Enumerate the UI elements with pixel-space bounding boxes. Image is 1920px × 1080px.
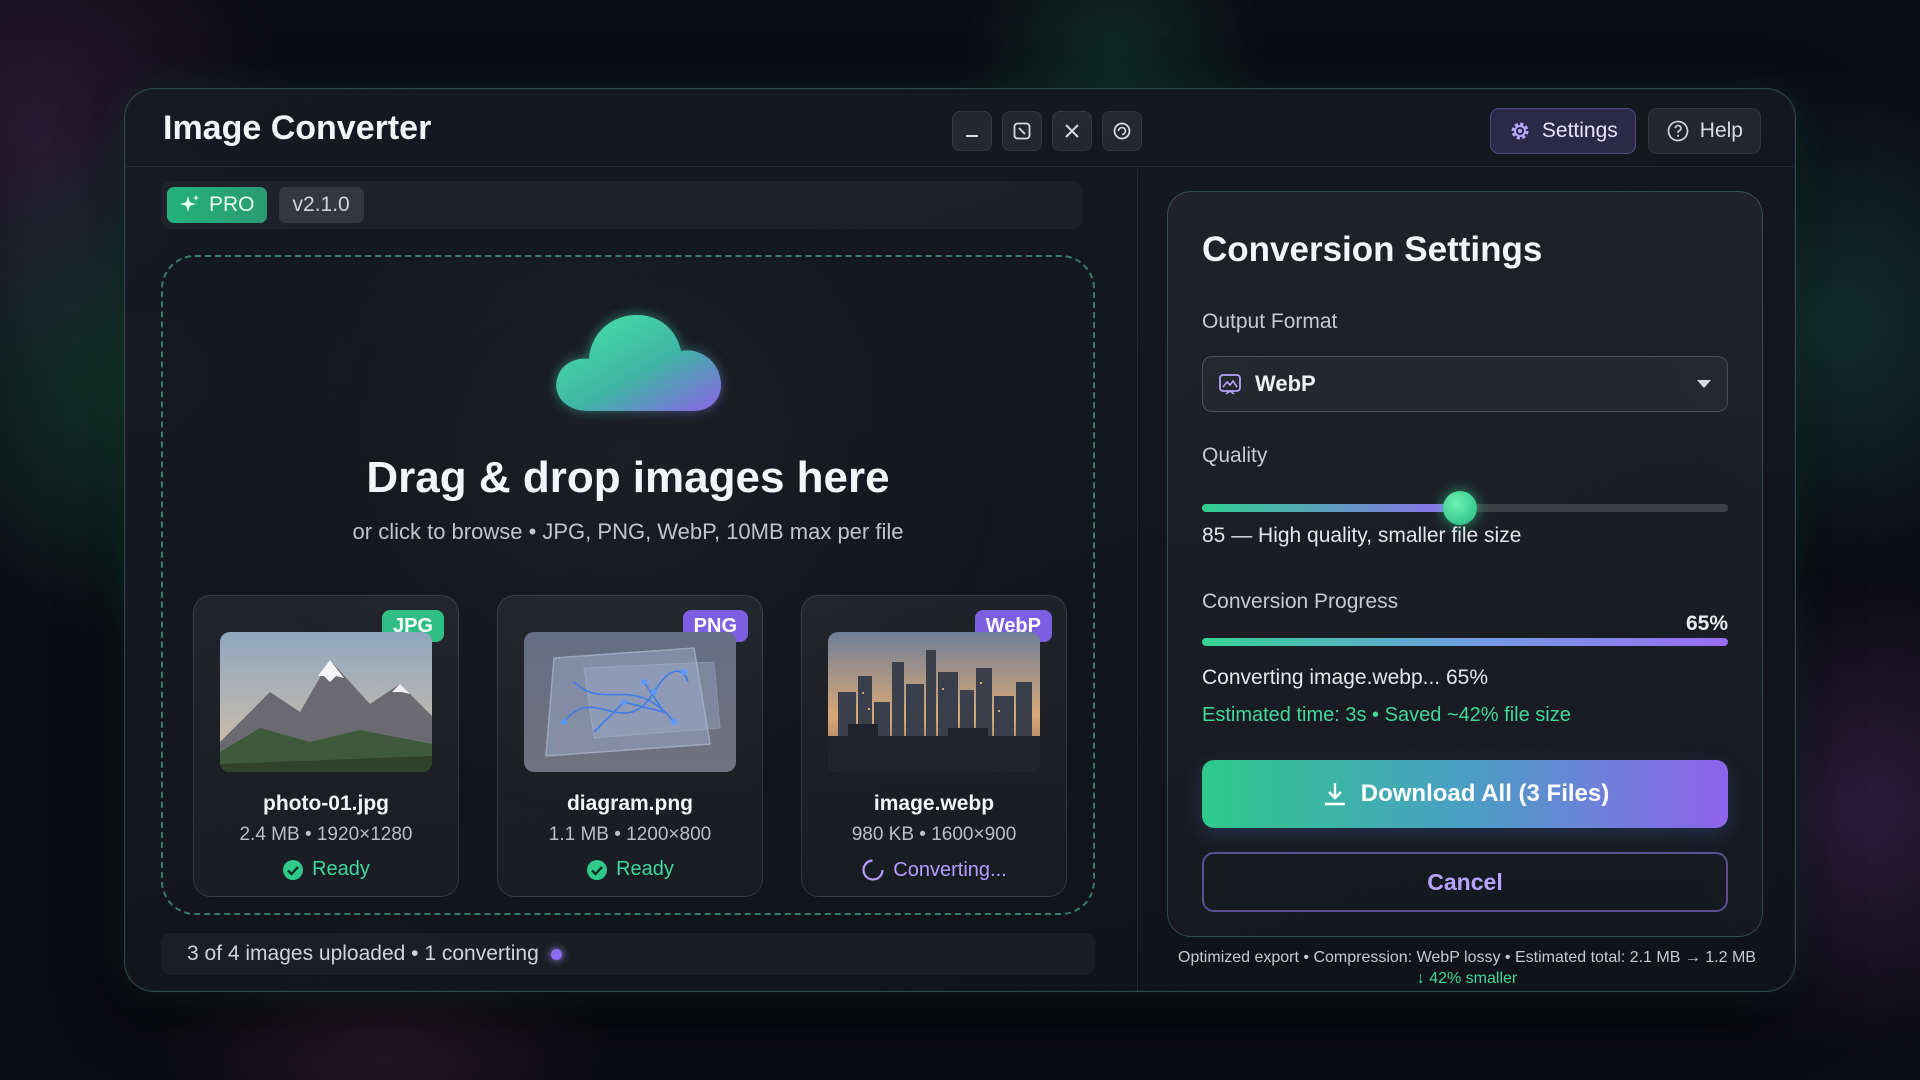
sparkle-icon (180, 195, 199, 212)
output-format-label: Output Format (1202, 310, 1338, 333)
settings-button[interactable]: Settings (1489, 108, 1636, 154)
gear-icon (1511, 122, 1529, 140)
export-summary-line: Optimized export • Compression: WebP los… (1178, 949, 1756, 966)
file-meta: 2.4 MB • 1920×1280 (239, 824, 413, 845)
maximize-button[interactable] (1002, 111, 1042, 151)
activity-dot (550, 948, 562, 960)
download-icon (1324, 783, 1345, 806)
version-badge: v2.1.0 (278, 187, 364, 223)
close-icon (1065, 124, 1079, 138)
file-status-label: Ready (312, 858, 370, 880)
caret-down-icon (1697, 380, 1711, 388)
file-name: photo-01.jpg (263, 792, 389, 815)
output-format-select[interactable]: WebP (1202, 356, 1728, 412)
cancel-button[interactable]: Cancel (1202, 852, 1728, 912)
top-actions: Settings Help (1489, 108, 1761, 154)
output-format-value: WebP (1255, 371, 1316, 396)
thumbnail-city (828, 632, 1040, 772)
size-savings-text: ↓ 42% smaller (1416, 970, 1518, 987)
tag-bar: PRO v2.1.0 (161, 181, 1083, 229)
upload-status-bar: 3 of 4 images uploaded • 1 converting (161, 933, 1095, 975)
help-button[interactable]: Help (1647, 108, 1761, 154)
conversion-progress-fill (1202, 638, 1728, 646)
thumbnail-mountain (220, 632, 432, 772)
window-controls (952, 111, 1142, 151)
progress-percent: 65% (1685, 612, 1728, 635)
file-name: diagram.png (566, 792, 693, 815)
maximize-icon (1013, 122, 1031, 140)
help-label: Help (1699, 119, 1743, 142)
pane-divider (1137, 169, 1138, 993)
conversion-settings-panel: Conversion Settings Output Format WebP Q… (1167, 191, 1763, 937)
progress-label: Conversion Progress (1202, 590, 1399, 613)
quality-label: Quality (1202, 444, 1268, 467)
export-summary: Optimized export • Compression: WebP los… (1137, 947, 1797, 989)
pro-badge: PRO (167, 187, 267, 223)
image-format-icon (1219, 374, 1241, 395)
file-card[interactable]: WebP image.webp 980 KB • 1600×900 Conver… (801, 595, 1067, 897)
quality-slider-thumb[interactable] (1442, 491, 1477, 525)
file-status-label: Converting... (893, 858, 1007, 881)
restore-icon (1113, 122, 1131, 140)
file-card[interactable]: JPG photo-01.jpg 2.4 MB • 1920×1280 Read… (193, 595, 459, 897)
upload-status-text: 3 of 4 images uploaded • 1 converting (187, 942, 539, 965)
drop-subtitle: or click to browse • JPG, PNG, WebP, 10M… (352, 519, 904, 544)
quality-slider-fill (1202, 504, 1460, 512)
thumbnail-diagram (524, 632, 736, 772)
check-circle-icon (283, 859, 304, 880)
pro-label: PRO (209, 193, 255, 216)
help-icon (1667, 120, 1689, 142)
file-card[interactable]: PNG diagram.png 1.1 MB • 1200×800 Ready (497, 595, 763, 897)
spinner-icon (862, 859, 884, 881)
title-bar: Image Converter Settings Help (125, 89, 1795, 167)
file-status: Ready (498, 858, 762, 881)
conversion-progress-bar (1202, 638, 1728, 646)
file-meta: 980 KB • 1600×900 (851, 824, 1017, 845)
file-meta: 1.1 MB • 1200×800 (548, 824, 712, 845)
estimate-text: Estimated time: 3s • Saved ~42% file siz… (1202, 704, 1571, 726)
app-title: Image Converter (163, 109, 432, 147)
drop-title: Drag & drop images here (366, 453, 890, 502)
check-circle-icon (587, 859, 608, 880)
file-card-list: JPG photo-01.jpg 2.4 MB • 1920×1280 Read… (193, 595, 1067, 897)
quality-slider[interactable] (1202, 491, 1728, 525)
quality-value-text: 85 — High quality, smaller file size (1202, 524, 1522, 547)
upload-pane: PRO v2.1.0 Drag & drop images here or cl… (161, 181, 1095, 981)
download-all-label: Download All (3 Files) (1360, 780, 1610, 807)
panel-title: Conversion Settings (1202, 230, 1543, 269)
minimize-icon (966, 135, 978, 137)
file-status: Ready (194, 858, 458, 881)
file-status-label: Ready (616, 858, 674, 880)
download-all-button[interactable]: Download All (3 Files) (1202, 760, 1728, 828)
settings-label: Settings (1541, 119, 1618, 142)
minimize-button[interactable] (952, 111, 992, 151)
file-name: image.webp (873, 792, 995, 815)
drop-zone[interactable]: Drag & drop images here or click to brow… (161, 255, 1095, 915)
app-window: Image Converter Settings Help PRO v2.1.0… (124, 88, 1797, 993)
cloud-upload-icon (549, 303, 729, 423)
file-status: Converting... (802, 858, 1066, 882)
close-button[interactable] (1052, 111, 1092, 151)
converting-status-text: Converting image.webp... 65% (1202, 666, 1488, 689)
restore-button[interactable] (1102, 111, 1142, 151)
